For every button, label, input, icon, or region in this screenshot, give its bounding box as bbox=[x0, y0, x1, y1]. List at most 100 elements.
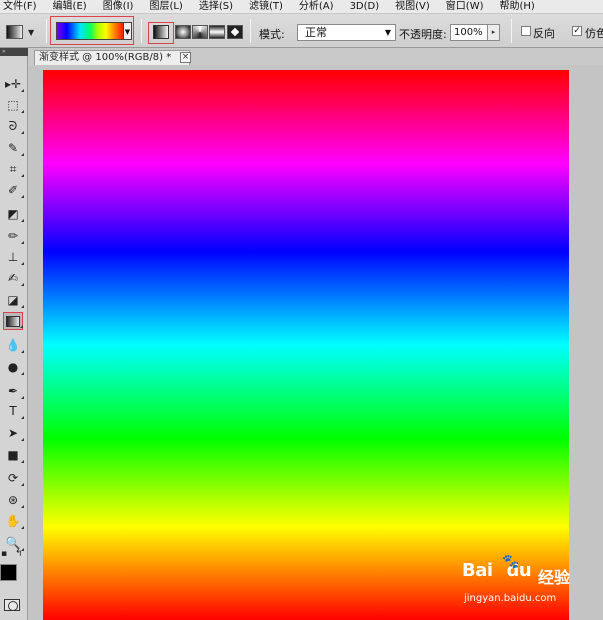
brush-icon: ✏ bbox=[7, 229, 19, 243]
history-brush-tool[interactable]: ✍ bbox=[3, 269, 24, 287]
document-tab-title: 渐变样式 @ 100%(RGB/8) * bbox=[39, 52, 172, 63]
divider bbox=[46, 19, 47, 43]
quick-select-icon: ✎ bbox=[7, 141, 19, 155]
divider bbox=[250, 19, 251, 43]
toolbox-collapse-handle[interactable]: » bbox=[0, 48, 28, 56]
divider bbox=[511, 19, 512, 43]
crop-tool[interactable]: ⌗ bbox=[3, 160, 24, 178]
drop-icon: 💧 bbox=[5, 338, 21, 352]
pen-tool[interactable]: ✒ bbox=[3, 382, 24, 400]
gradient-swatch[interactable] bbox=[56, 22, 124, 40]
dodge-icon: ● bbox=[7, 360, 19, 374]
default-colors-icon[interactable]: ▪ bbox=[1, 549, 7, 559]
shape-tool[interactable]: ■ bbox=[3, 446, 24, 464]
quick-select-tool[interactable]: ✎ bbox=[3, 139, 24, 157]
type-icon: T bbox=[9, 404, 17, 418]
mode-label: 模式: bbox=[259, 28, 285, 41]
menu-filter[interactable]: 滤镜(T) bbox=[245, 0, 287, 13]
move-tool[interactable]: ▸✛ bbox=[3, 75, 24, 93]
menu-layer[interactable]: 图层(L) bbox=[145, 0, 186, 13]
move-icon: ▸✛ bbox=[4, 77, 22, 91]
flyout-indicator bbox=[21, 153, 24, 156]
reverse-checkbox[interactable] bbox=[521, 26, 531, 36]
reflected-gradient-button[interactable] bbox=[209, 25, 225, 39]
flyout-indicator bbox=[21, 241, 24, 244]
3d-rotate-tool[interactable]: ⟳ bbox=[3, 469, 24, 487]
stamp-icon: ⊥ bbox=[7, 250, 19, 264]
rectangle-shape-icon: ■ bbox=[7, 448, 19, 462]
diamond-gradient-button[interactable] bbox=[227, 25, 243, 39]
hand-tool[interactable]: ✋ bbox=[3, 512, 24, 530]
type-tool[interactable]: T bbox=[3, 402, 24, 420]
watermark-logo-bai: Bai bbox=[462, 560, 493, 581]
eraser-icon: ◪ bbox=[7, 293, 19, 307]
eyedropper-icon: ✐ bbox=[7, 183, 19, 197]
close-icon[interactable]: × bbox=[180, 52, 191, 63]
gradient-icon bbox=[6, 315, 20, 327]
dodge-tool[interactable]: ● bbox=[3, 358, 24, 376]
flyout-indicator bbox=[20, 325, 23, 328]
mode-select[interactable]: 正常 ▼ bbox=[297, 24, 396, 41]
flyout-indicator bbox=[21, 416, 24, 419]
opacity-input[interactable]: 100% bbox=[450, 24, 488, 41]
angle-gradient-button[interactable] bbox=[192, 25, 208, 39]
flyout-indicator bbox=[21, 505, 24, 508]
3d-rotate-icon: ⟳ bbox=[7, 471, 19, 485]
swap-colors-icon[interactable]: ↰ bbox=[15, 549, 23, 559]
pen-icon: ✒ bbox=[7, 384, 19, 398]
mode-value: 正常 bbox=[305, 26, 327, 39]
gradient-tool[interactable] bbox=[3, 312, 23, 330]
paw-icon: 🐾 bbox=[502, 554, 520, 570]
chevron-down-icon: ▼ bbox=[384, 28, 391, 37]
menu-analysis[interactable]: 分析(A) bbox=[295, 0, 338, 13]
watermark-brand: 经验 bbox=[538, 568, 571, 587]
eyedropper-tool[interactable]: ✐ bbox=[3, 181, 24, 199]
menu-edit[interactable]: 编辑(E) bbox=[49, 0, 91, 13]
healing-brush-tool[interactable]: ◩ bbox=[3, 205, 24, 223]
menu-image[interactable]: 图像(I) bbox=[99, 0, 138, 13]
flyout-indicator bbox=[21, 460, 24, 463]
radial-gradient-button[interactable] bbox=[175, 25, 191, 39]
3d-orbit-tool[interactable]: ⊛ bbox=[3, 491, 24, 509]
blur-tool[interactable]: 💧 bbox=[3, 336, 24, 354]
document-tab[interactable]: 渐变样式 @ 100%(RGB/8) * bbox=[34, 50, 190, 65]
opacity-slider-button[interactable]: ▸ bbox=[488, 24, 500, 41]
eraser-tool[interactable]: ◪ bbox=[3, 291, 24, 309]
brush-tool[interactable]: ✏ bbox=[3, 227, 24, 245]
gradient-tool-preset-icon bbox=[6, 25, 23, 39]
clone-stamp-tool[interactable]: ⊥ bbox=[3, 248, 24, 266]
hand-icon: ✋ bbox=[5, 514, 21, 528]
flyout-indicator bbox=[21, 526, 24, 529]
menu-view[interactable]: 视图(V) bbox=[391, 0, 434, 13]
lasso-tool[interactable]: ᘐ bbox=[3, 117, 24, 135]
dither-checkbox[interactable]: ✓ bbox=[572, 26, 582, 36]
flyout-indicator bbox=[21, 483, 24, 486]
flyout-indicator bbox=[21, 283, 24, 286]
divider bbox=[141, 19, 142, 43]
baidu-jingyan-watermark: Bai du 🐾 经验 jingyan.baidu.com bbox=[462, 554, 602, 605]
watermark-url: jingyan.baidu.com bbox=[464, 593, 557, 604]
3d-orbit-icon: ⊛ bbox=[7, 493, 19, 507]
opacity-label: 不透明度: bbox=[399, 28, 447, 41]
dither-label: 仿色 bbox=[585, 27, 603, 40]
menu-help[interactable]: 帮助(H) bbox=[496, 0, 539, 13]
tool-preset-picker[interactable]: ▼ bbox=[6, 22, 42, 42]
quick-mask-icon[interactable] bbox=[4, 599, 20, 611]
foreground-color-swatch[interactable] bbox=[0, 564, 17, 581]
reverse-label: 反向 bbox=[533, 27, 555, 40]
path-select-tool[interactable]: ➤ bbox=[3, 424, 24, 442]
flyout-indicator bbox=[21, 110, 24, 113]
menu-select[interactable]: 选择(S) bbox=[195, 0, 237, 13]
rect-marquee-icon: ⬚ bbox=[7, 98, 19, 112]
marquee-tool[interactable]: ⬚ bbox=[3, 96, 24, 114]
gradient-canvas[interactable] bbox=[43, 70, 569, 620]
gradient-dropdown-button[interactable]: ▼ bbox=[124, 22, 132, 40]
linear-gradient-button[interactable] bbox=[153, 25, 169, 39]
menu-window[interactable]: 窗口(W) bbox=[442, 0, 488, 13]
menu-file[interactable]: 文件(F) bbox=[0, 0, 41, 13]
menu-3d[interactable]: 3D(D) bbox=[346, 0, 384, 13]
history-brush-icon: ✍ bbox=[7, 271, 19, 285]
options-bar: ▼ ▼ 模式: 正常 ▼ 不透明度: 100% ▸ 反向 ✓ 仿色 bbox=[0, 14, 603, 48]
flyout-indicator bbox=[21, 350, 24, 353]
arrow-icon: ➤ bbox=[7, 426, 19, 440]
